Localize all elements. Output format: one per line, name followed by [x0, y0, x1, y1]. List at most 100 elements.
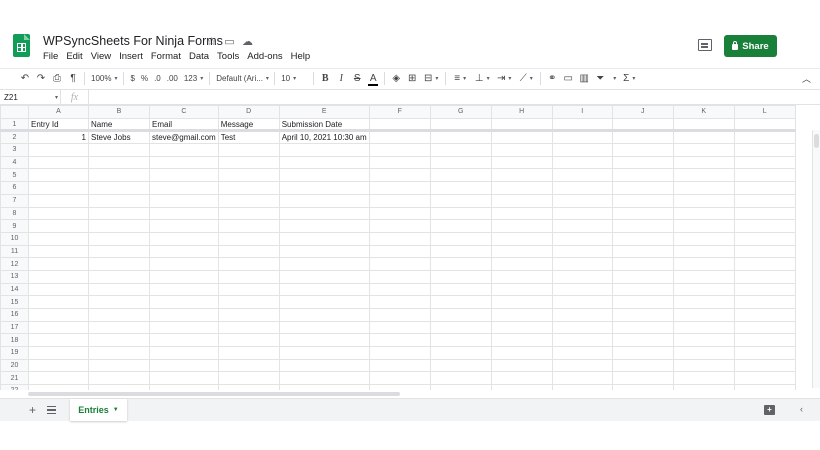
cell[interactable]: [278, 155, 370, 170]
cell[interactable]: [733, 181, 796, 195]
cell[interactable]: [733, 295, 796, 309]
cell[interactable]: [611, 346, 674, 360]
cell[interactable]: [733, 320, 796, 335]
print-icon[interactable]: ⎙: [49, 71, 65, 87]
cell[interactable]: [28, 358, 89, 373]
menu-edit[interactable]: Edit: [66, 51, 82, 62]
cell[interactable]: [149, 269, 219, 284]
cell[interactable]: [733, 333, 796, 348]
cell[interactable]: [368, 181, 431, 195]
cell[interactable]: [149, 358, 219, 373]
cell[interactable]: [611, 257, 674, 271]
row-header[interactable]: 1: [0, 117, 29, 133]
cell[interactable]: [551, 333, 613, 348]
cell[interactable]: [672, 219, 735, 233]
cell[interactable]: [278, 231, 370, 246]
cell[interactable]: [429, 130, 492, 145]
cell[interactable]: [429, 333, 492, 348]
cell[interactable]: [611, 269, 674, 284]
cell[interactable]: [490, 117, 553, 133]
cell[interactable]: [429, 168, 492, 183]
cell[interactable]: [733, 358, 796, 373]
cell[interactable]: [278, 219, 370, 233]
name-box[interactable]: Z21: [0, 90, 60, 104]
undo-icon[interactable]: ↶: [17, 71, 33, 87]
strikethrough-button[interactable]: S: [349, 71, 365, 87]
insert-comment-icon[interactable]: ▭: [560, 71, 576, 87]
row-header[interactable]: 4: [0, 155, 29, 170]
cell[interactable]: [490, 219, 553, 233]
cell[interactable]: [368, 346, 431, 360]
cell[interactable]: [278, 371, 370, 386]
cell[interactable]: [490, 231, 553, 246]
cell[interactable]: [88, 219, 150, 233]
column-header[interactable]: J: [611, 105, 674, 119]
collapse-toolbar-icon[interactable]: ︿: [799, 71, 814, 87]
cell[interactable]: [733, 155, 796, 170]
cell[interactable]: [672, 282, 735, 297]
paint-format-icon[interactable]: ¶: [65, 71, 81, 87]
cell[interactable]: [733, 371, 796, 386]
insert-link-icon[interactable]: ⚭: [544, 71, 560, 87]
functions-icon[interactable]: Σ: [618, 71, 640, 87]
cell[interactable]: [490, 257, 553, 271]
cell[interactable]: [429, 155, 492, 170]
cell[interactable]: [88, 168, 150, 183]
cell[interactable]: [217, 257, 280, 271]
cell[interactable]: Test: [217, 130, 280, 145]
cell[interactable]: [733, 282, 796, 297]
cell[interactable]: [149, 308, 219, 322]
more-formats-select[interactable]: 123: [181, 71, 206, 87]
cell[interactable]: [217, 358, 280, 373]
cell[interactable]: [672, 346, 735, 360]
cell[interactable]: [672, 130, 735, 145]
cell[interactable]: [429, 206, 492, 221]
cell[interactable]: [490, 295, 553, 309]
cell[interactable]: [217, 193, 280, 208]
cell[interactable]: [88, 231, 150, 246]
cell[interactable]: [149, 244, 219, 259]
cell[interactable]: [733, 206, 796, 221]
cell[interactable]: [278, 308, 370, 322]
filter-icon[interactable]: ⏷: [592, 71, 608, 87]
cell[interactable]: [149, 219, 219, 233]
cell[interactable]: [28, 168, 89, 183]
cell[interactable]: [611, 308, 674, 322]
cell[interactable]: Steve Jobs: [88, 130, 150, 145]
cell[interactable]: [551, 384, 613, 390]
cell[interactable]: [551, 320, 613, 335]
cell[interactable]: [429, 269, 492, 284]
cell[interactable]: [672, 155, 735, 170]
cell[interactable]: [429, 257, 492, 271]
cell[interactable]: [149, 168, 219, 183]
cell[interactable]: [429, 181, 492, 195]
cell[interactable]: [28, 371, 89, 386]
text-wrap-icon[interactable]: ⇥: [493, 71, 515, 87]
star-icon[interactable]: ☆: [205, 35, 218, 48]
cell[interactable]: [733, 130, 796, 145]
cell[interactable]: [429, 384, 492, 390]
cell[interactable]: [28, 244, 89, 259]
cell[interactable]: [611, 155, 674, 170]
cell[interactable]: [672, 320, 735, 335]
cell[interactable]: [429, 219, 492, 233]
cell[interactable]: [28, 181, 89, 195]
cell[interactable]: [429, 320, 492, 335]
cell[interactable]: [490, 358, 553, 373]
cell[interactable]: [88, 320, 150, 335]
row-header[interactable]: 13: [0, 269, 29, 284]
row-header[interactable]: 15: [0, 295, 29, 309]
cell[interactable]: [278, 333, 370, 348]
cell[interactable]: [672, 181, 735, 195]
cell[interactable]: [490, 168, 553, 183]
cell[interactable]: [368, 244, 431, 259]
cell[interactable]: [278, 206, 370, 221]
cell[interactable]: [551, 269, 613, 284]
cell[interactable]: [490, 181, 553, 195]
cell[interactable]: [490, 155, 553, 170]
column-header[interactable]: L: [733, 105, 796, 119]
cell[interactable]: [368, 193, 431, 208]
cell[interactable]: [429, 244, 492, 259]
cell[interactable]: [149, 193, 219, 208]
cell[interactable]: [278, 384, 370, 390]
